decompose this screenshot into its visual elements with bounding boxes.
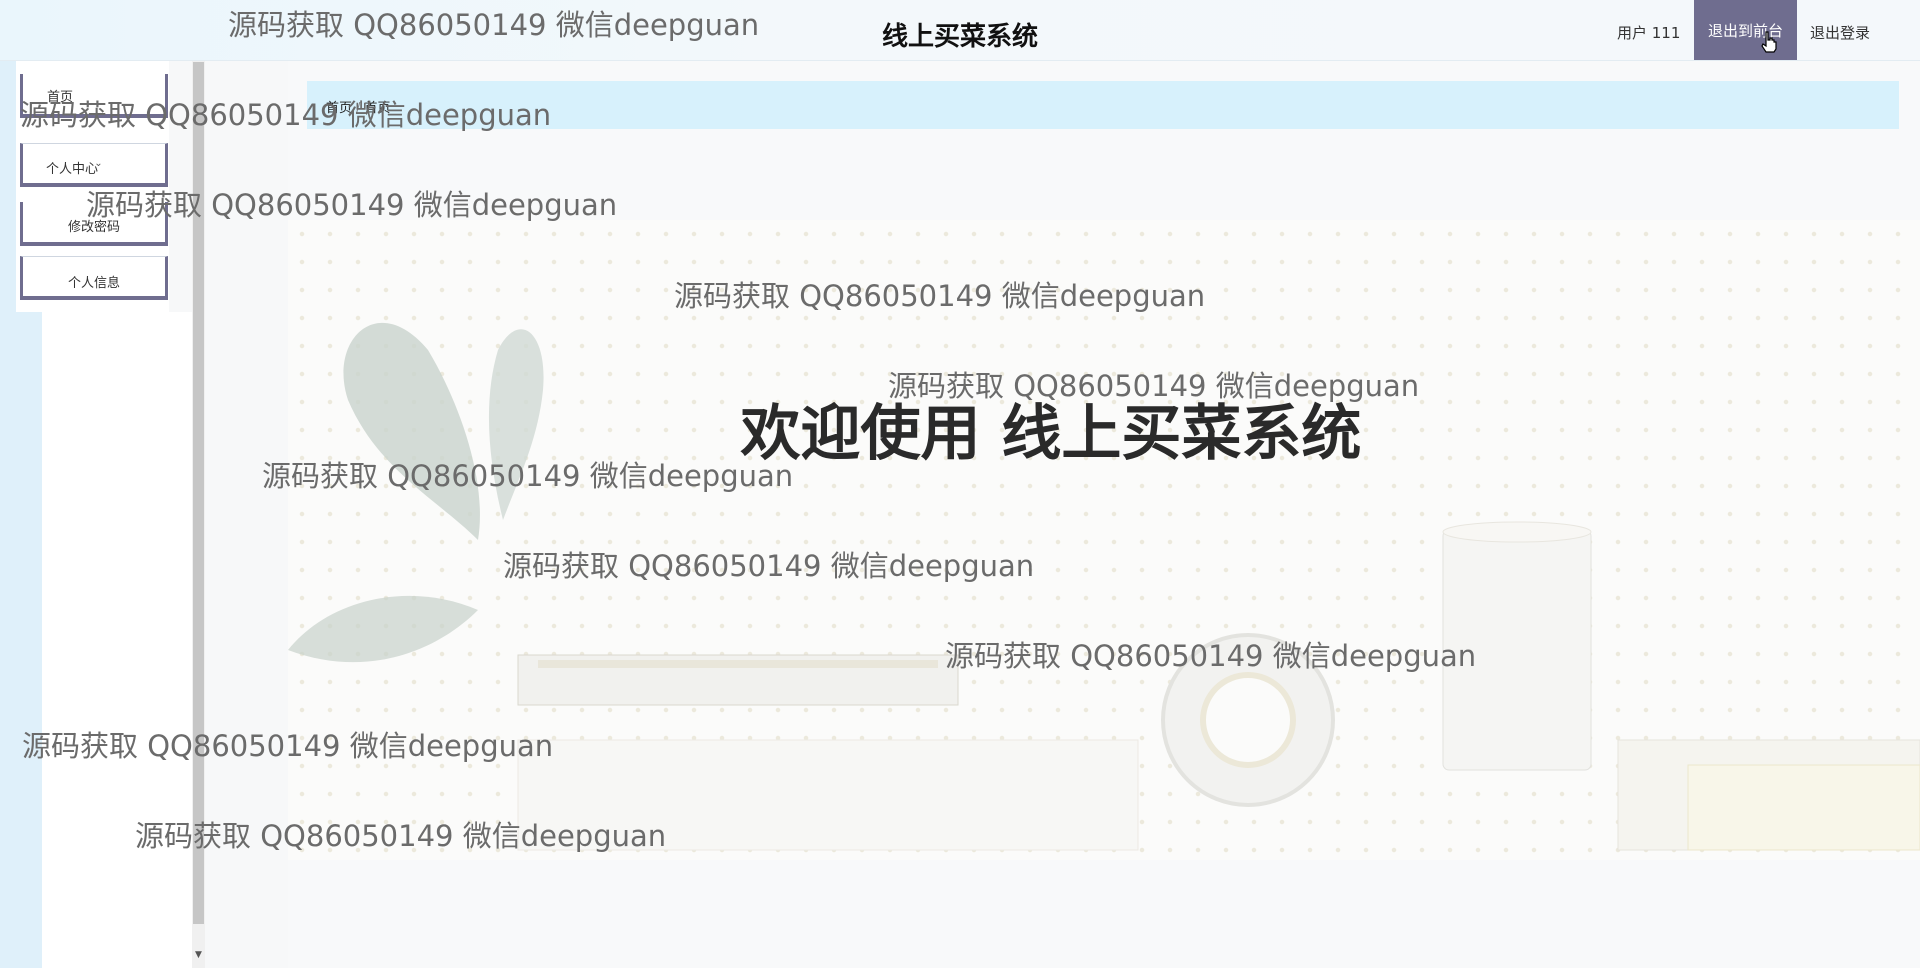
welcome-heading: 欢迎使用 线上买菜系统 (740, 399, 1362, 469)
banner-illustration (288, 322, 1920, 851)
sidebar-item-label: 首页 (47, 90, 74, 105)
sidebar-item-personal-center[interactable]: 个人中心 ⌄ (20, 143, 168, 187)
sidebar-item-label: 修改密码 (67, 220, 120, 235)
scroll-down-icon[interactable]: ▼ (193, 950, 204, 964)
sidebar-item-home[interactable]: 首页 (20, 74, 168, 118)
breadcrumb-item-current: 首页 (364, 101, 391, 116)
user-label: 用户 111 (1617, 24, 1681, 42)
sidebar-item-label: 个人信息 (67, 276, 120, 291)
exit-to-front-button[interactable]: 退出到前台 (1694, 0, 1797, 60)
breadcrumb-item-home[interactable]: 首页 (326, 101, 352, 116)
sidebar-item-personal-info[interactable]: 个人信息 (20, 256, 168, 300)
breadcrumb: 首页 / 首页 (326, 97, 390, 116)
chevron-down-icon: ⌄ (94, 158, 103, 169)
breadcrumb-separator: / (356, 101, 361, 116)
scrollbar-thumb[interactable] (193, 62, 204, 924)
welcome-banner (288, 220, 1920, 860)
sidebar-panel (42, 312, 192, 968)
top-header: 线上买菜系统 用户 111 退出到前台 退出登录 (0, 0, 1920, 61)
logout-button[interactable]: 退出登录 (1810, 22, 1870, 43)
hand-cursor-icon (1761, 31, 1777, 53)
breadcrumb-bar (307, 81, 1899, 129)
sidebar-item-change-password[interactable]: 修改密码 (20, 202, 168, 246)
